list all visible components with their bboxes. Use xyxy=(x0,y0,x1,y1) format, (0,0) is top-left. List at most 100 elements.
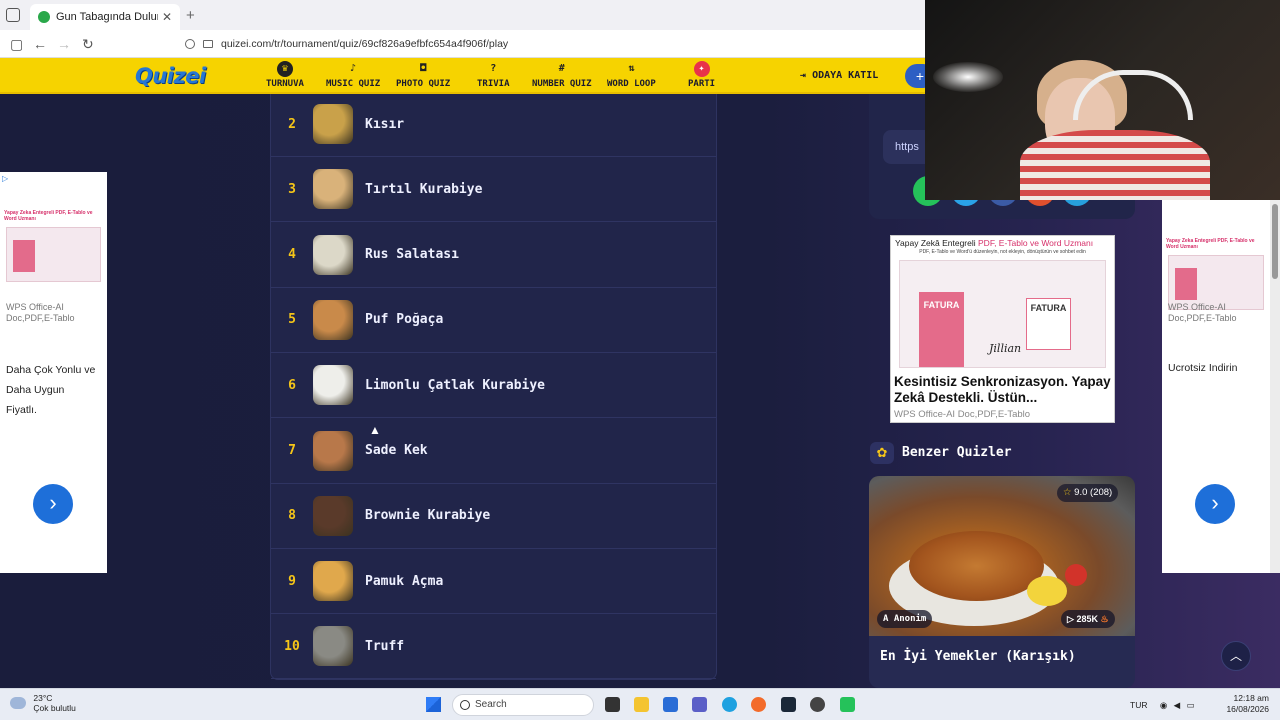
whatsapp-icon[interactable] xyxy=(840,697,855,712)
food-shape xyxy=(909,531,1044,601)
similar-quiz-card[interactable]: ☆ 9.0 (208) A Anonim ▷ 285K ♨ En İyi Yem… xyxy=(869,476,1135,688)
ad-scrollbar[interactable] xyxy=(1270,200,1280,573)
nav-party[interactable]: ✦ PARTI xyxy=(688,61,715,89)
food-name: Kısır xyxy=(365,116,405,132)
ad-text: Ucrotsiz Indirin xyxy=(1168,362,1238,374)
edge-icon[interactable] xyxy=(722,697,737,712)
url-text: quizei.com/tr/tournament/quiz/69cf826a9e… xyxy=(221,38,509,50)
webcam-overlay xyxy=(925,0,1280,200)
scroll-top-button[interactable]: ︿ xyxy=(1221,641,1251,671)
file-explorer-icon[interactable] xyxy=(634,697,649,712)
ranking-row[interactable]: 4 Rus Salatası xyxy=(271,223,716,288)
ad-headline: Yapay Zekâ Entegreli PDF, E-Tablo ve Wor… xyxy=(895,238,1110,248)
browser-tab-bar: Gun Tabagında Dulunan Lezzetl ✕ + xyxy=(0,0,925,30)
food-name: Rus Salatası xyxy=(365,247,459,263)
play-icon: ▷ xyxy=(1067,614,1074,624)
ranking-row[interactable]: 3 Tırtıl Kurabiye xyxy=(271,157,716,223)
temperature: 23°C xyxy=(33,693,53,703)
store-icon[interactable] xyxy=(663,697,678,712)
food-name: Pamuk Açma xyxy=(365,573,444,589)
cloud-icon xyxy=(10,697,26,709)
nav-label: TURNUVA xyxy=(266,79,304,89)
url-field[interactable]: quizei.com/tr/tournament/quiz/69cf826a9e… xyxy=(175,33,915,55)
ranking-row[interactable]: 10 Truff xyxy=(271,614,716,680)
system-tray[interactable]: TUR ◉ ◀ ▭ xyxy=(1130,700,1195,711)
tab-actions-icon[interactable] xyxy=(6,8,20,22)
sidebar-ad[interactable]: Yapay Zekâ Entegreli PDF, E-Tablo ve Wor… xyxy=(890,235,1115,423)
shield-icon xyxy=(185,39,195,49)
taskbar-search[interactable]: Search xyxy=(452,694,594,716)
question-icon: ? xyxy=(490,63,497,74)
nav-word-loop[interactable]: ⇅ WORD LOOP xyxy=(607,61,656,89)
reload-icon[interactable]: ↻ xyxy=(82,35,94,53)
weather-widget[interactable]: 23°C Çok bulutlu xyxy=(10,693,76,713)
ad-title: Kesintisiz Senkronizasyon. Yapay Zekâ De… xyxy=(894,374,1111,405)
site-logo[interactable]: Quizei xyxy=(135,64,206,88)
nav-label: NUMBER QUIZ xyxy=(532,79,592,89)
task-view-icon[interactable] xyxy=(605,697,620,712)
rank-number: 5 xyxy=(288,312,296,328)
weather-text: Çok bulutlu xyxy=(33,703,76,713)
forward-icon[interactable]: → xyxy=(57,35,71,53)
nav-photo-quiz[interactable]: ◘ PHOTO QUIZ xyxy=(396,61,450,89)
similar-icon: ✿ xyxy=(870,442,894,464)
rank-number: 8 xyxy=(288,508,296,524)
nav-number-quiz[interactable]: # NUMBER QUIZ xyxy=(532,61,592,89)
ranking-row[interactable]: 8 Brownie Kurabiye xyxy=(271,484,716,549)
star-icon: ☆ xyxy=(1063,487,1072,498)
rank-number: 4 xyxy=(288,247,296,263)
nav-label: PARTI xyxy=(688,79,716,89)
windows-start-icon[interactable] xyxy=(426,697,441,712)
rank-number: 9 xyxy=(288,573,296,589)
teams-icon[interactable] xyxy=(692,697,707,712)
new-tab-icon[interactable]: + xyxy=(186,7,195,24)
back-icon[interactable]: ← xyxy=(33,35,47,53)
nav-label: MUSIC QUIZ xyxy=(326,79,381,89)
ranking-row[interactable]: 9 Pamuk Açma xyxy=(271,549,716,615)
firefox-icon[interactable] xyxy=(751,697,766,712)
lamp-glow xyxy=(933,62,1003,92)
food-name: Tırtıl Kurabiye xyxy=(365,181,483,197)
join-room-button[interactable]: ⇥ ODAYA KATIL xyxy=(800,70,878,81)
ranking-row[interactable]: 6 Limonlu Çatlak Kurabiye xyxy=(271,353,716,419)
ad-headline: Yapay Zeka Entegreli PDF, E-Tablo ve Wor… xyxy=(1166,238,1266,250)
clock-time: 12:18 am xyxy=(1233,693,1269,703)
nav-tournament[interactable]: ♛ TURNUVA xyxy=(266,61,304,89)
app-icon[interactable] xyxy=(810,697,825,712)
adchoices-icon[interactable]: ▷ xyxy=(2,174,8,183)
ad-brand: WPS Office-AI Doc,PDF,E-Tablo xyxy=(894,409,1031,420)
tab-title: Gun Tabagında Dulunan Lezzetl xyxy=(56,11,158,23)
food-thumbnail xyxy=(313,626,353,667)
ad-text-line: Daha Çok Yonlu ve xyxy=(6,364,96,376)
chevron-up-icon: ︿ xyxy=(1229,649,1242,663)
clock[interactable]: 12:18 am 16/08/2026 xyxy=(1209,693,1269,715)
ad-brand: WPS Office-AI Doc,PDF,E-Tablo xyxy=(6,302,75,323)
nav-label: TRIVIA xyxy=(477,79,510,89)
trophy-icon: ♛ xyxy=(276,61,293,77)
clock-date: 16/08/2026 xyxy=(1226,704,1269,714)
ranking-row[interactable]: 7 Sade Kek xyxy=(271,419,716,484)
close-tab-icon[interactable]: ✕ xyxy=(162,10,172,24)
ranking-row[interactable]: 5 Puf Poğaça xyxy=(271,288,716,353)
ad-text-line: Fiyatlı. xyxy=(6,404,37,416)
browser-tab[interactable]: Gun Tabagında Dulunan Lezzetl ✕ xyxy=(30,4,180,30)
left-ad-next-button[interactable]: › xyxy=(33,484,73,524)
lemon-shape xyxy=(1027,576,1067,606)
wifi-icon: ◉ xyxy=(1159,700,1168,710)
music-icon: ♪ xyxy=(350,63,357,74)
author-initial: A xyxy=(883,614,889,624)
author-name: Anonim xyxy=(893,614,927,624)
hash-icon: # xyxy=(558,63,565,74)
nav-music-quiz[interactable]: ♪ MUSIC QUIZ xyxy=(326,61,380,89)
ad-headline-highlight: PDF, E-Tablo ve Word Uzmanı xyxy=(978,238,1094,248)
steam-icon[interactable] xyxy=(781,697,796,712)
food-thumbnail xyxy=(313,561,353,602)
taskbar: 23°C Çok bulutlu Search TUR ◉ ◀ ▭ 12:18 … xyxy=(0,688,1280,720)
ranking-row[interactable]: 2 Kısır xyxy=(271,92,716,157)
food-name: Truff xyxy=(365,638,405,654)
sidebar-toggle-icon[interactable]: ▢ xyxy=(10,35,23,53)
join-room-label: ODAYA KATIL xyxy=(812,70,879,81)
person-shirt xyxy=(1020,130,1210,200)
right-ad-next-button[interactable]: › xyxy=(1195,484,1235,524)
nav-trivia[interactable]: ? TRIVIA xyxy=(477,61,510,89)
